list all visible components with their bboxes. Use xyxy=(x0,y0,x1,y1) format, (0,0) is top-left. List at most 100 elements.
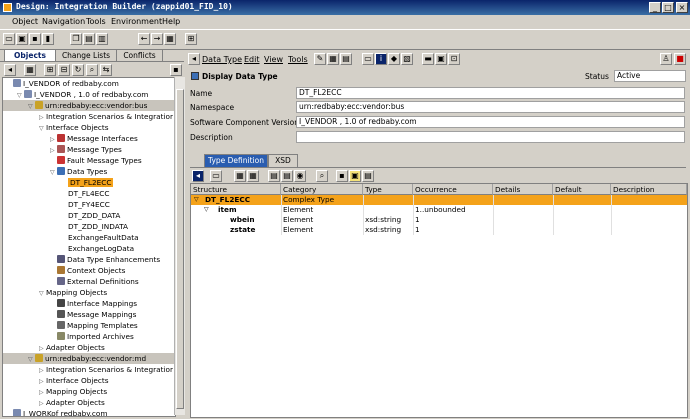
column-header[interactable]: Category xyxy=(281,184,363,195)
history-icon[interactable]: ⊞ xyxy=(185,33,197,45)
close-panel-icon[interactable]: ▪ xyxy=(170,64,182,76)
tree-scrollbar[interactable] xyxy=(174,77,185,415)
grid-find-icon[interactable]: ⌕ xyxy=(316,170,328,182)
insert-sub-icon[interactable]: ▦ xyxy=(234,170,246,182)
tree-item[interactable]: ▷ Integration Scenarios & Integratior xyxy=(3,364,175,375)
tree-item[interactable]: Message Mappings xyxy=(3,309,175,320)
tree-item[interactable]: ▷ Mapping Objects xyxy=(3,386,175,397)
menu-view[interactable]: View xyxy=(264,55,283,64)
info-icon[interactable]: i xyxy=(375,53,387,65)
table-row[interactable]: ▽ item Element 1..unbounded xyxy=(191,205,687,215)
tab-change-lists[interactable]: Change Lists xyxy=(55,49,117,61)
tree-item[interactable]: I_VENDOR of redbaby.com xyxy=(3,78,175,89)
collapse-icon[interactable]: ◂ xyxy=(4,64,16,76)
insert-row-icon[interactable]: ▭ xyxy=(210,170,222,182)
tree-item[interactable]: ▽ urn:redbaby:ecc:vendor:md xyxy=(3,353,175,364)
delete-icon[interactable]: ▮ xyxy=(42,33,54,45)
tree-item[interactable]: DT_FY4ECC xyxy=(3,199,175,210)
tree-item[interactable]: Imported Archives xyxy=(3,331,175,342)
tree-item[interactable]: ▷ Adapter Objects xyxy=(3,342,175,353)
menu-data-type[interactable]: Data Type xyxy=(202,55,242,64)
tree-item[interactable]: ▽ Mapping Objects xyxy=(3,287,175,298)
close-editor-icon[interactable]: ■ xyxy=(674,53,686,65)
description-field[interactable] xyxy=(296,131,685,143)
edit-mode-icon[interactable]: ▦ xyxy=(327,53,339,65)
table-row[interactable]: zstate Element xsd:string 1 xyxy=(191,225,687,235)
transport-icon[interactable]: ▣ xyxy=(435,53,447,65)
tree-item[interactable]: ▷ Adapter Objects xyxy=(3,397,175,408)
menu-navigation[interactable]: Navigation xyxy=(42,17,85,26)
save-icon[interactable]: ▪ xyxy=(29,33,41,45)
new-icon[interactable]: ▭ xyxy=(3,33,15,45)
tab-xsd[interactable]: XSD xyxy=(268,154,298,167)
menu-object[interactable]: Object xyxy=(12,17,38,26)
tree-item[interactable]: ▽ Data Types xyxy=(3,166,175,177)
tree-item[interactable]: ExchangeLogData xyxy=(3,243,175,254)
structure-twisty[interactable]: ▽ xyxy=(194,195,199,205)
display-icon[interactable]: ▦ xyxy=(164,33,176,45)
tree-item[interactable]: Context Objects xyxy=(3,265,175,276)
find-icon[interactable]: ⌕ xyxy=(86,64,98,76)
tree-item[interactable]: ▽ I_VENDOR , 1.0 of redbaby.com xyxy=(3,89,175,100)
column-header[interactable]: Structure xyxy=(191,184,281,195)
tree-item[interactable]: ▷ Message Types xyxy=(3,144,175,155)
swcv-field[interactable]: I_VENDOR , 1.0 of redbaby.com xyxy=(296,116,685,128)
close-button[interactable]: × xyxy=(676,2,688,13)
tree-item[interactable]: External Definitions xyxy=(3,276,175,287)
menu-tools[interactable]: Tools xyxy=(86,17,106,26)
tab-type-definition[interactable]: Type Definition xyxy=(204,154,268,167)
tree-item[interactable]: DT_FL4ECC xyxy=(3,188,175,199)
where-used-icon[interactable]: ◆ xyxy=(388,53,400,65)
object-tree[interactable]: I_VENDOR of redbaby.com ▽ I_VENDOR , 1.0 o… xyxy=(2,77,176,417)
tree-item[interactable]: I_WORKof redbaby.com xyxy=(3,408,175,416)
table-row[interactable]: ▽ DT_FL2ECC Complex Type xyxy=(191,195,687,205)
export-icon[interactable]: ⊡ xyxy=(448,53,460,65)
tree-scroll-thumb[interactable] xyxy=(176,89,184,409)
sync-icon[interactable]: ⇆ xyxy=(100,64,112,76)
table-row[interactable]: wbein Element xsd:string 1 xyxy=(191,215,687,225)
back-icon[interactable]: ← xyxy=(138,33,150,45)
paste-icon[interactable]: ▤ xyxy=(83,33,95,45)
doc-icon[interactable]: ▭ xyxy=(362,53,374,65)
tree-item[interactable]: ▷ Integration Scenarios & Integratior xyxy=(3,111,175,122)
collapse-all-icon[interactable]: ⊟ xyxy=(58,64,70,76)
tree-item[interactable]: Mapping Templates xyxy=(3,320,175,331)
check-icon[interactable]: ▤ xyxy=(340,53,352,65)
copy-icon[interactable]: ❐ xyxy=(70,33,82,45)
minimize-button[interactable]: _ xyxy=(649,2,661,13)
tree-item[interactable]: ▷ Message Interfaces xyxy=(3,133,175,144)
person-icon[interactable]: ♙ xyxy=(660,53,672,65)
maximize-button[interactable]: □ xyxy=(662,2,674,13)
filter-icon[interactable]: ▦ xyxy=(24,64,36,76)
column-header[interactable]: Details xyxy=(493,184,553,195)
tree-item[interactable]: Interface Mappings xyxy=(3,298,175,309)
cut-icon[interactable]: ▥ xyxy=(96,33,108,45)
refresh-icon[interactable]: ↻ xyxy=(72,64,84,76)
tab-objects[interactable]: Objects xyxy=(4,49,56,61)
move-up-icon[interactable]: ▤ xyxy=(268,170,280,182)
name-field[interactable]: DT_FL2ECC xyxy=(296,87,685,99)
grid-nav-icon[interactable]: ◂ xyxy=(192,170,204,182)
move-down-icon[interactable]: ▤ xyxy=(281,170,293,182)
tree-item[interactable]: DT_FL2ECC xyxy=(3,177,175,188)
forward-icon[interactable]: → xyxy=(151,33,163,45)
tree-item[interactable]: ▽ urn:redbaby:ecc:vendor:bus xyxy=(3,100,175,111)
grid-check-icon[interactable]: ▪ xyxy=(336,170,348,182)
menu-edit[interactable]: Edit xyxy=(244,55,260,64)
column-header[interactable]: Default xyxy=(553,184,611,195)
tree-item[interactable]: DT_ZDD_DATA xyxy=(3,210,175,221)
tree-item[interactable]: ExchangeFaultData xyxy=(3,232,175,243)
editor-nav-icon[interactable]: ◂ xyxy=(188,53,200,65)
grid-layout-icon[interactable]: ▣ xyxy=(349,170,361,182)
grid-copy-icon[interactable]: ◉ xyxy=(294,170,306,182)
column-header[interactable]: Type xyxy=(363,184,413,195)
namespace-field[interactable]: urn:redbaby:ecc:vendor:bus xyxy=(296,101,685,113)
expand-all-icon[interactable]: ⊞ xyxy=(44,64,56,76)
menu-help[interactable]: Help xyxy=(162,17,180,26)
column-header[interactable]: Description xyxy=(611,184,687,195)
compare-icon[interactable]: ▧ xyxy=(401,53,413,65)
tree-item[interactable]: ▷ Interface Objects xyxy=(3,375,175,386)
tab-conflicts[interactable]: Conflicts xyxy=(116,49,163,61)
structure-twisty[interactable]: ▽ xyxy=(204,205,209,215)
column-header[interactable]: Occurrence xyxy=(413,184,493,195)
